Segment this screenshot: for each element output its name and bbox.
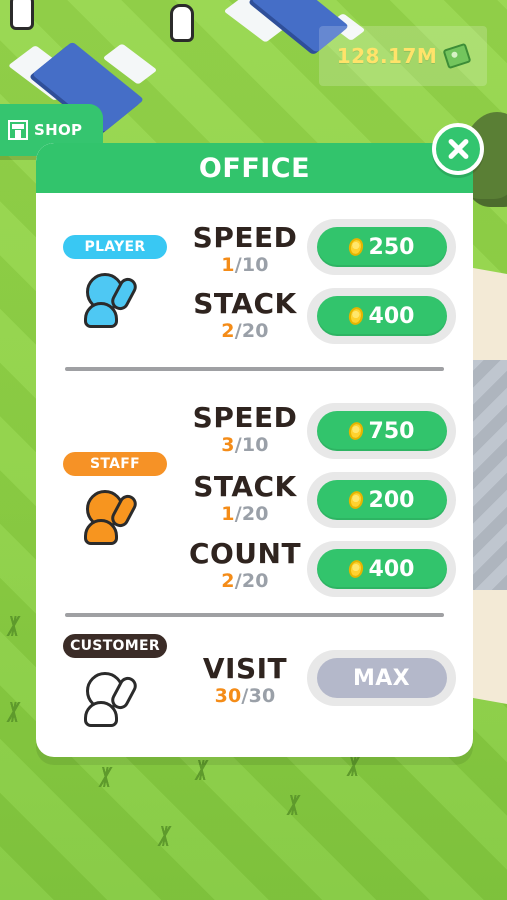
- player-badge: PLAYER: [63, 235, 167, 259]
- customer-category: CUSTOMER: [62, 634, 168, 732]
- staff-stack-stat: STACK 1/20: [186, 473, 304, 524]
- upgrade-button-shell: 750: [307, 403, 456, 459]
- shop-icon: [8, 120, 28, 140]
- close-icon: [446, 137, 470, 161]
- upgrade-cost: 250: [368, 234, 415, 260]
- staff-avatar-icon: [78, 486, 152, 550]
- stat-current-value: 2: [221, 570, 235, 592]
- staff-category: STAFF: [62, 452, 168, 550]
- coin-icon: [346, 236, 365, 258]
- cash-icon: [442, 42, 472, 70]
- coin-icon: [346, 305, 365, 327]
- stat-separator: /: [234, 320, 242, 342]
- grass-tuft: [94, 767, 120, 787]
- upgrade-button-shell: 200: [307, 472, 456, 528]
- stat-label: VISIT: [202, 652, 288, 685]
- stat-separator: /: [241, 685, 249, 707]
- stat-current-value: 1: [221, 503, 235, 525]
- shop-label: SHOP: [34, 121, 83, 139]
- stat-separator: /: [234, 503, 242, 525]
- stat-label: COUNT: [188, 537, 302, 570]
- stat-max-value: 10: [241, 254, 269, 276]
- upgrade-cost: 750: [368, 418, 415, 444]
- customer-badge: CUSTOMER: [63, 634, 167, 658]
- money-amount: 128.17M: [336, 44, 438, 68]
- staff-count-upgrade-button[interactable]: 400: [316, 549, 447, 589]
- stat-progress: 2/20: [186, 322, 304, 341]
- stat-max-value: 20: [241, 503, 269, 525]
- customer-visit-max-button: MAX: [316, 658, 447, 698]
- coin-icon: [346, 558, 365, 580]
- modal-header: OFFICE: [36, 143, 473, 193]
- stat-label: SPEED: [192, 401, 298, 434]
- player-category: PLAYER: [62, 235, 168, 333]
- stat-progress: 1/10: [186, 256, 304, 275]
- grass-tuft: [2, 616, 28, 636]
- stat-label: STACK: [193, 287, 297, 320]
- player-avatar-icon: [78, 269, 152, 333]
- stat-label: SPEED: [192, 221, 298, 254]
- stat-separator: /: [234, 434, 242, 456]
- staff-stack-upgrade-button[interactable]: 200: [316, 480, 447, 520]
- player-speed-stat: SPEED 1/10: [186, 224, 304, 275]
- stat-label: STACK: [193, 470, 297, 503]
- staff-badge: STAFF: [63, 452, 167, 476]
- staff-count-stat: COUNT 2/20: [186, 540, 304, 591]
- stat-max-value: 10: [241, 434, 269, 456]
- close-button[interactable]: [432, 123, 484, 175]
- stat-current-value: 30: [214, 685, 242, 707]
- grass-tuft: [153, 826, 179, 846]
- stat-current-value: 3: [221, 434, 235, 456]
- upgrade-cost: 400: [368, 303, 415, 329]
- upgrade-button-shell: 400: [307, 541, 456, 597]
- stat-max-value: 20: [241, 570, 269, 592]
- upgrade-button-shell: 250: [307, 219, 456, 275]
- staff-speed-stat: SPEED 3/10: [186, 404, 304, 455]
- upgrade-cost: 200: [368, 487, 415, 513]
- stat-progress: 3/10: [186, 436, 304, 455]
- customer-avatar-icon: [78, 668, 152, 732]
- modal-title: OFFICE: [198, 152, 311, 184]
- money-display: 128.17M: [319, 26, 487, 86]
- coin-icon: [346, 420, 365, 442]
- stat-current-value: 1: [221, 254, 235, 276]
- grass-tuft: [282, 795, 308, 815]
- coin-icon: [346, 489, 365, 511]
- stat-progress: 1/20: [186, 505, 304, 524]
- stat-separator: /: [234, 570, 242, 592]
- office-upgrade-modal: OFFICE PLAYER SPEED 1/10 250 STACK 2/20: [36, 143, 473, 757]
- grass-tuft: [342, 756, 368, 776]
- player-speed-upgrade-button[interactable]: 250: [316, 227, 447, 267]
- section-divider: [65, 367, 444, 371]
- player-stack-stat: STACK 2/20: [186, 290, 304, 341]
- background-character: [170, 4, 194, 42]
- section-divider: [65, 613, 444, 617]
- grass-tuft: [2, 702, 28, 722]
- stat-progress: 30/30: [186, 687, 304, 706]
- upgrade-button-shell: 400: [307, 288, 456, 344]
- stat-max-value: 30: [248, 685, 276, 707]
- player-stack-upgrade-button[interactable]: 400: [316, 296, 447, 336]
- background-character: [10, 0, 34, 30]
- max-button-shell: MAX: [307, 650, 456, 706]
- staff-speed-upgrade-button[interactable]: 750: [316, 411, 447, 451]
- building-floor: [467, 360, 507, 590]
- customer-visit-stat: VISIT 30/30: [186, 655, 304, 706]
- stat-progress: 2/20: [186, 572, 304, 591]
- grass-tuft: [190, 760, 216, 780]
- stat-current-value: 2: [221, 320, 235, 342]
- stat-separator: /: [234, 254, 242, 276]
- stat-max-value: 20: [241, 320, 269, 342]
- upgrade-cost: 400: [368, 556, 415, 582]
